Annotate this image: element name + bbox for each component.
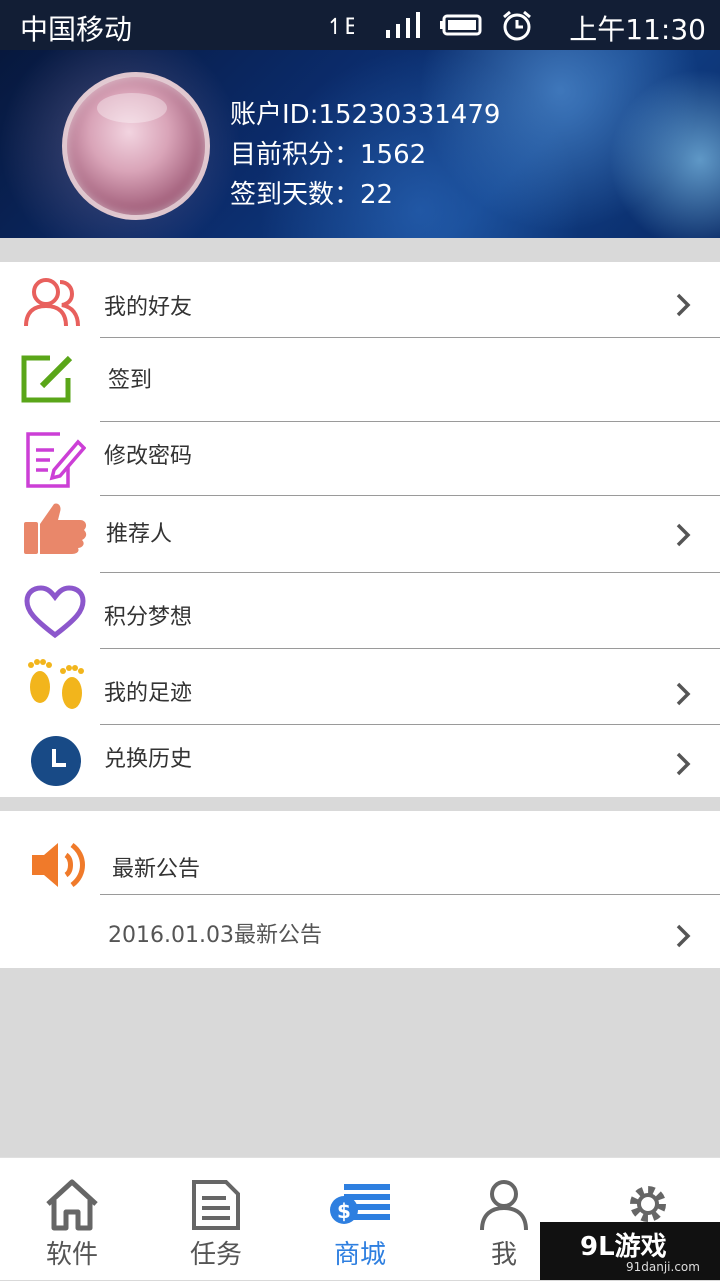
account-id: 账户ID:15230331479	[230, 100, 501, 130]
notice-title: 最新公告	[112, 857, 201, 882]
avatar[interactable]	[62, 72, 210, 220]
clock-icon	[30, 735, 82, 791]
menu-item-label: 推荐人	[106, 522, 173, 547]
menu-item-label: 修改密码	[104, 444, 193, 469]
points-text: 目前积分：1562	[230, 140, 427, 170]
battery-icon	[440, 10, 484, 44]
menu-item-change-password[interactable]: 修改密码	[0, 422, 720, 496]
tab-tasks[interactable]: 任务	[144, 1158, 288, 1281]
menu-item-label: 我的好友	[104, 295, 193, 320]
watermark: 9L游戏 91danji.com	[540, 1222, 720, 1280]
tab-label: 软件	[45, 1240, 98, 1270]
watermark-logo: 9L游戏	[580, 1232, 667, 1262]
notice-item-text: 2016.01.03最新公告	[108, 923, 322, 948]
svg-text:$: $	[337, 1199, 351, 1223]
menu-item-label: 积分梦想	[104, 605, 193, 630]
document-icon	[192, 1180, 240, 1230]
menu-item-referrer[interactable]: 推荐人	[0, 496, 720, 573]
person-icon	[480, 1180, 528, 1231]
menu-item-friends[interactable]: 我的好友	[0, 262, 720, 338]
heart-icon	[24, 585, 86, 643]
watermark-url: 91danji.com	[626, 1260, 700, 1274]
signin-icon	[20, 354, 78, 408]
status-bar: 中国移动 ↿E 上午11:30	[0, 0, 720, 50]
menu-item-exchange-history[interactable]: 兑换历史	[0, 725, 720, 797]
signal-icon	[384, 10, 424, 44]
tab-label: 商城	[333, 1240, 386, 1270]
menu-item-signin[interactable]: 签到	[0, 338, 720, 422]
tab-software[interactable]: 软件	[0, 1158, 144, 1281]
chevron-right-icon	[676, 682, 691, 706]
menu-panel: 我的好友 签到 修改密码 推荐人 积分梦想 我的足迹 兑换历史	[0, 262, 720, 797]
signin-days-text: 签到天数：22	[230, 180, 394, 210]
alarm-icon	[500, 10, 534, 46]
notice-item[interactable]: 2016.01.03最新公告	[0, 895, 720, 968]
notice-header: 最新公告	[0, 811, 720, 895]
home-icon	[46, 1179, 98, 1231]
friends-icon	[22, 276, 82, 332]
store-icon: $	[330, 1184, 390, 1224]
menu-item-label: 兑换历史	[104, 747, 193, 772]
chevron-right-icon	[676, 523, 691, 547]
menu-item-footprints[interactable]: 我的足迹	[0, 649, 720, 725]
tab-label: 任务	[189, 1240, 242, 1270]
menu-item-label: 我的足迹	[104, 681, 193, 706]
profile-header: 账户ID:15230331479 目前积分：1562 签到天数：22	[0, 50, 720, 238]
menu-item-points-dream[interactable]: 积分梦想	[0, 573, 720, 649]
carrier-name: 中国移动	[20, 13, 133, 46]
menu-item-label: 签到	[108, 368, 153, 393]
thumbs-up-icon	[24, 500, 88, 562]
clock-time: 上午11:30	[569, 13, 706, 46]
chevron-right-icon	[676, 752, 691, 776]
tab-store[interactable]: $ 商城	[288, 1158, 432, 1281]
svg-text:↿E: ↿E	[326, 15, 354, 40]
footprints-icon	[26, 655, 88, 719]
edit-document-icon	[24, 430, 87, 494]
chevron-right-icon	[676, 293, 691, 317]
speaker-icon	[30, 841, 90, 893]
lte-icon: ↿E	[326, 10, 358, 44]
notice-panel: 最新公告 2016.01.03最新公告	[0, 811, 720, 968]
chevron-right-icon	[676, 924, 691, 948]
